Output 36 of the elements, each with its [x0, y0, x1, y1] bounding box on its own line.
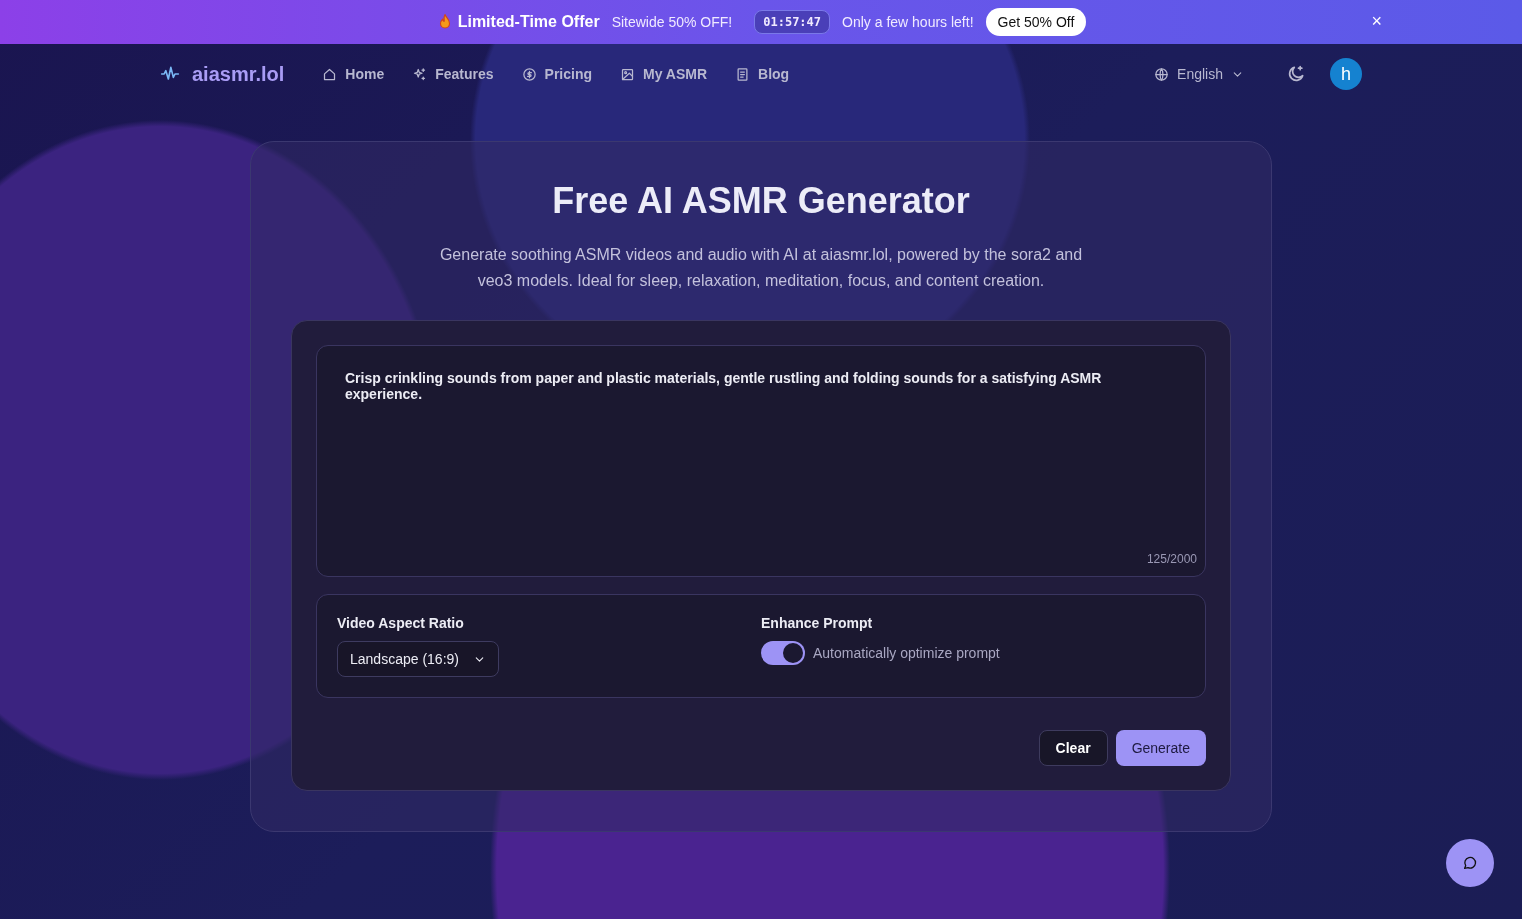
globe-icon [1154, 66, 1170, 82]
countdown-timer: 01:57:47 [754, 10, 831, 34]
language-selector[interactable]: English [1148, 65, 1250, 83]
get-offer-button[interactable]: Get 50% Off [985, 8, 1087, 36]
nav-link[interactable]: Pricing [507, 60, 606, 88]
page-title: Free AI ASMR Generator [551, 180, 971, 222]
aspect-ratio-label: Video Aspect Ratio [337, 615, 465, 631]
nav-link[interactable]: Features [398, 60, 508, 88]
nav-link[interactable]: Blog [721, 60, 804, 88]
close-button[interactable]: × [1371, 12, 1382, 30]
toggle-switch[interactable] [761, 641, 805, 665]
moon-icon [1286, 64, 1306, 84]
sparkle-icon [412, 66, 428, 82]
nav-link[interactable]: My ASMR [606, 60, 722, 88]
document-icon [735, 66, 751, 82]
chat-button[interactable] [1446, 839, 1494, 887]
dollar-icon [521, 66, 537, 82]
home-icon [322, 66, 338, 82]
enhance-prompt-label: Enhance Prompt [761, 615, 874, 631]
character-counter: 125/2000 [1146, 552, 1197, 566]
generate-button[interactable]: Generate [1115, 730, 1206, 766]
theme-toggle[interactable] [1286, 64, 1306, 84]
clear-button[interactable]: Clear [1038, 730, 1108, 766]
aspect-ratio-dropdown[interactable]: Landscape (16:9) [337, 641, 499, 677]
nav-link[interactable]: Home [308, 60, 399, 88]
page-description: Generate soothing ASMR videos and audio with AI at aiasmr.lol, powered by the sora2 and veo3 models. Ideal for sleep, relaxation, meditation, focus, and content creation. [438, 245, 1084, 291]
prompt-text: Crisp crinkling sounds from paper and plastic materials, gentle rustling and folding sounds for a satisfying ASMR experience. [345, 370, 1102, 402]
site-logo[interactable]: aiasmr.lol [192, 62, 285, 86]
toggle-label: Automatically optimize prompt [813, 645, 1000, 661]
offer-title: Limited-Time Offer [457, 13, 600, 31]
offer-subtitle: Sitewide 50% OFF! [611, 14, 733, 30]
prompt-input[interactable]: Crisp crinkling sounds from paper and plastic materials, gentle rustling and folding sounds for a satisfying ASMR experience. 125/2000 [316, 345, 1206, 577]
image-icon [620, 66, 635, 82]
offer-note: Only a few hours left! [842, 14, 974, 30]
user-avatar[interactable]: h [1330, 58, 1362, 90]
chat-bubble-icon [1462, 855, 1478, 871]
